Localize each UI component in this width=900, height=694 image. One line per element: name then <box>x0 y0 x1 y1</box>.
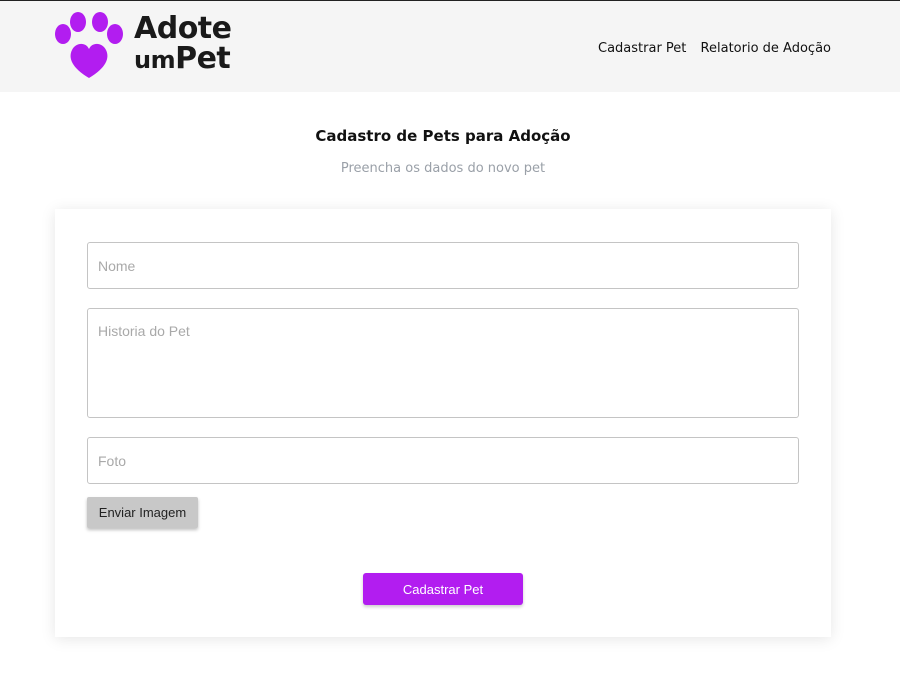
logo-line2: umPet <box>134 44 232 75</box>
nome-input[interactable] <box>87 242 799 289</box>
paw-icon <box>55 12 123 78</box>
submit-button[interactable]: Cadastrar Pet <box>363 573 523 605</box>
upload-image-button[interactable]: Enviar Imagem <box>87 497 198 528</box>
logo-text: Adote umPet <box>134 14 232 75</box>
nav-relatorio-adocao[interactable]: Relatorio de Adoção <box>701 41 831 56</box>
logo-line2-a: um <box>134 46 176 74</box>
logo[interactable]: Adote umPet <box>54 12 254 82</box>
header: Adote umPet Cadastrar Pet Relatorio de A… <box>0 1 900 92</box>
page-subtitle: Preencha os dados do novo pet <box>340 161 546 176</box>
logo-line2-b: Pet <box>175 41 231 76</box>
nav-cadastrar-pet[interactable]: Cadastrar Pet <box>598 41 686 56</box>
historia-textarea[interactable] <box>87 308 799 418</box>
form-card: Enviar Imagem Cadastrar Pet <box>55 209 831 637</box>
page-title: Cadastro de Pets para Adoção <box>315 127 571 145</box>
foto-input[interactable] <box>87 437 799 484</box>
top-nav: Cadastrar Pet Relatorio de Adoção <box>588 41 831 56</box>
